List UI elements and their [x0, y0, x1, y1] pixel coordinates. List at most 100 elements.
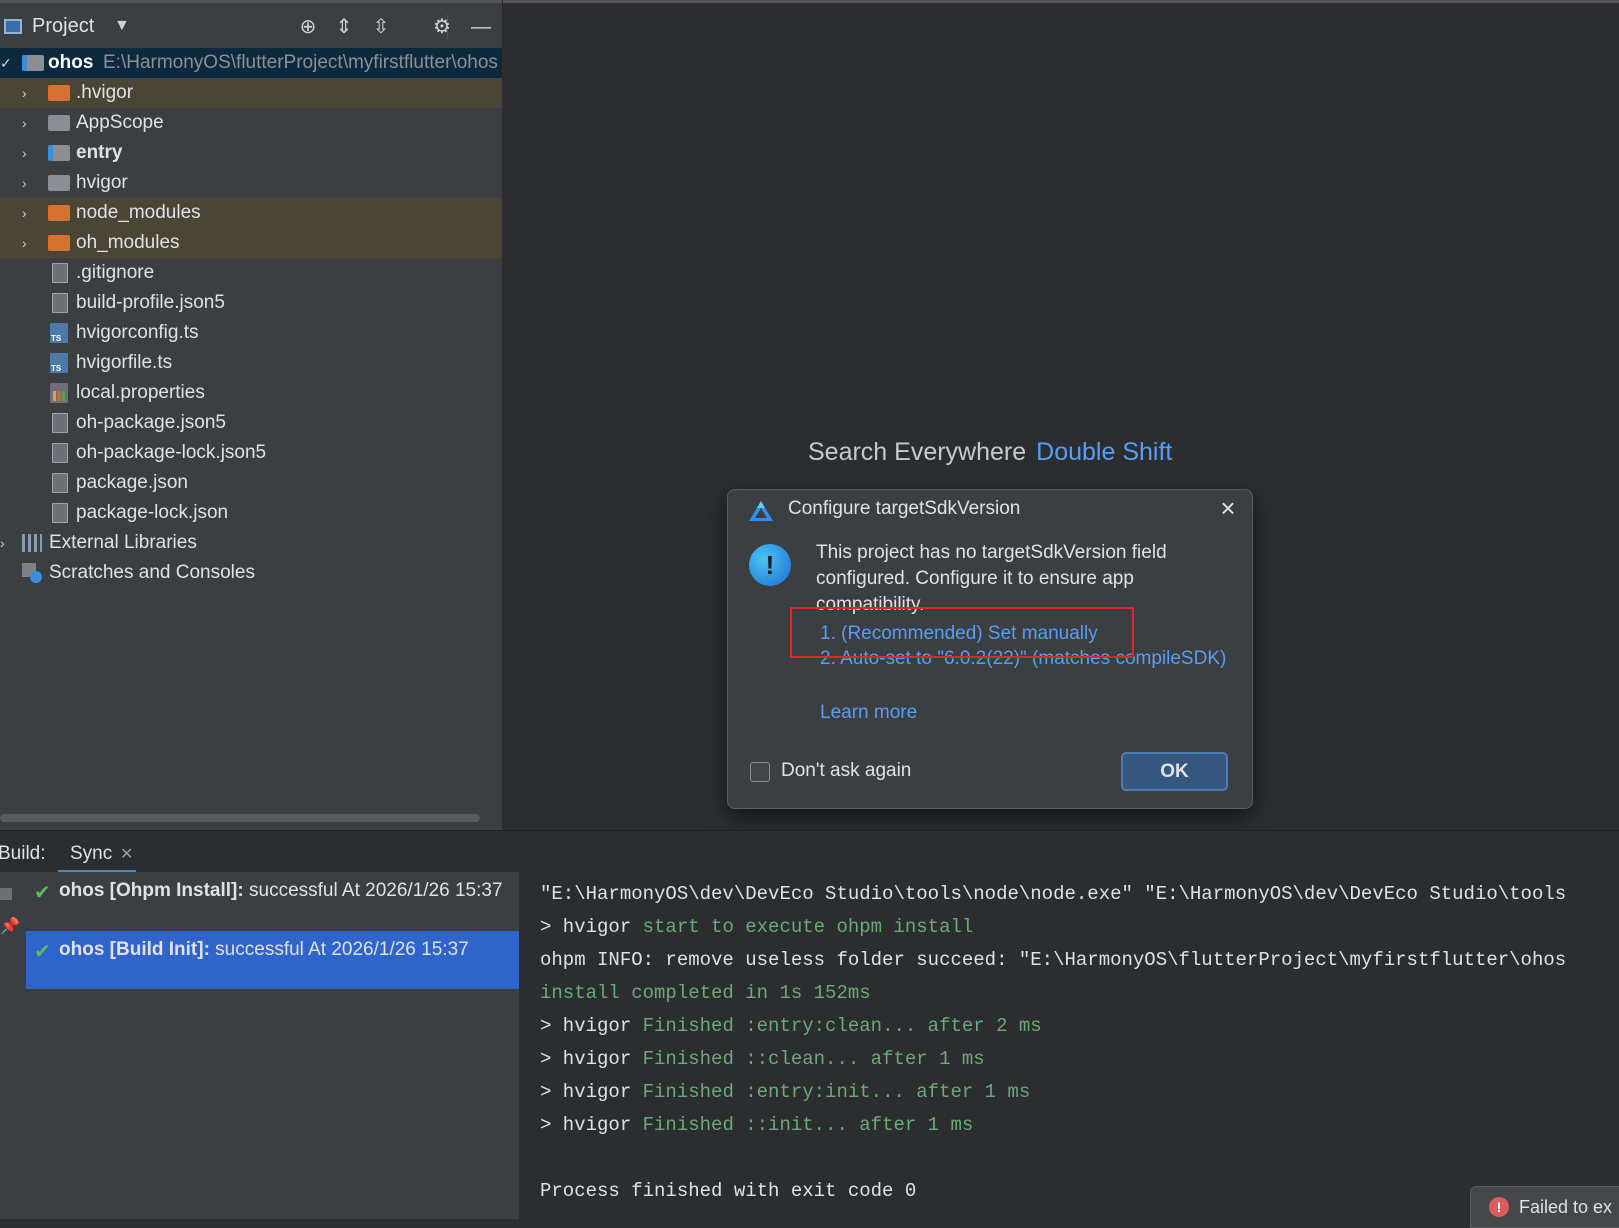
tree-root-ohos[interactable]: ✓ ohos E:\HarmonyOS\flutterProject\myfir… — [0, 48, 502, 78]
search-everywhere-hint: Search Everywhere Double Shift — [808, 438, 1172, 467]
tree-item-package-lock[interactable]: package-lock.json — [0, 498, 502, 528]
error-icon: ! — [1489, 1197, 1509, 1217]
horizontal-scrollbar[interactable] — [0, 814, 480, 822]
clock-icon — [30, 571, 42, 583]
tree-item-hvigor[interactable]: › hvigor — [0, 168, 502, 198]
build-item-ohpm-install[interactable]: ✔ ohos [Ohpm Install]: successful At 202… — [26, 872, 519, 930]
tree-item-label: Scratches and Consoles — [49, 562, 255, 583]
tree-item-local-properties[interactable]: local.properties — [0, 378, 502, 408]
build-item-title: ohos [Build Init]: — [59, 939, 210, 960]
excluded-folder-icon — [48, 85, 70, 101]
ts-file-icon — [50, 353, 68, 374]
chevron-down-icon[interactable]: ✓ — [0, 48, 16, 78]
tree-item-label: package-lock.json — [76, 502, 229, 523]
console-line: > hvigor start to execute ohpm install — [540, 911, 973, 944]
close-icon[interactable]: × — [1214, 494, 1242, 522]
chevron-right-icon[interactable]: › — [22, 108, 38, 138]
tree-item-oh-package[interactable]: oh-package.json5 — [0, 408, 502, 438]
annotation-highlight-box — [790, 607, 1134, 658]
build-label: Build: — [0, 843, 46, 864]
configure-targetsdk-dialog: Configure targetSdkVersion × ! This proj… — [727, 489, 1253, 809]
build-item-title: ohos [Ohpm Install]: — [59, 880, 244, 901]
chevron-right-icon[interactable]: › — [22, 198, 38, 228]
console-line: > hvigor Finished ::init... after 1 ms — [540, 1109, 973, 1142]
tree-item-entry[interactable]: › entry — [0, 138, 502, 168]
dont-ask-again-checkbox[interactable] — [750, 762, 770, 782]
tree-item-oh-modules[interactable]: › oh_modules — [0, 228, 502, 258]
learn-more-link[interactable]: Learn more — [820, 702, 917, 724]
chevron-right-icon[interactable]: › — [22, 228, 38, 258]
tab-sync[interactable]: Sync ✕ — [58, 831, 136, 873]
excluded-folder-icon — [48, 235, 70, 251]
stop-icon[interactable] — [0, 888, 12, 900]
tree-item-label: External Libraries — [49, 532, 197, 553]
tree-item-hvigorconfig[interactable]: hvigorconfig.ts — [0, 318, 502, 348]
json-file-icon — [52, 503, 68, 523]
project-view-icon — [4, 19, 22, 34]
chevron-down-icon[interactable]: ▼ — [114, 17, 130, 35]
tree-item-appscope[interactable]: › AppScope — [0, 108, 502, 138]
console-prefix: > hvigor — [540, 1048, 643, 1070]
folder-icon — [48, 115, 70, 131]
module-folder-icon — [48, 145, 70, 161]
tree-root-path: E:\HarmonyOS\flutterProject\myfirstflutt… — [103, 52, 498, 73]
tree-item-node-modules[interactable]: › node_modules — [0, 198, 502, 228]
tree-item-label: entry — [76, 142, 123, 163]
chevron-right-icon[interactable]: › — [22, 78, 38, 108]
build-item-build-init[interactable]: ✔ ohos [Build Init]: successful At 2026/… — [26, 931, 519, 989]
dialog-title: Configure targetSdkVersion — [788, 498, 1021, 519]
console-message: start to execute ohpm install — [642, 916, 974, 938]
tree-item-label: AppScope — [76, 112, 164, 133]
chevron-right-icon[interactable]: › — [22, 168, 38, 198]
console-line: > hvigor Finished ::clean... after 1 ms — [540, 1043, 985, 1076]
dont-ask-again-label[interactable]: Don't ask again — [781, 760, 911, 782]
close-icon[interactable]: ✕ — [120, 844, 133, 864]
build-item-status: successful At 2026/1/26 15:37 — [209, 939, 469, 960]
console-prefix: > hvigor — [540, 1114, 643, 1136]
pin-icon[interactable]: 📌 — [0, 916, 20, 936]
console-line: Process finished with exit code 0 — [540, 1180, 917, 1202]
tree-item-label: .hvigor — [76, 82, 134, 103]
module-folder-icon — [22, 55, 44, 71]
tree-item-build-profile[interactable]: build-profile.json5 — [0, 288, 502, 318]
chevron-right-icon[interactable]: › — [0, 528, 16, 558]
failed-notification[interactable]: ! Failed to ex — [1470, 1186, 1619, 1228]
tree-item-label: oh-package.json5 — [76, 412, 226, 433]
ok-button[interactable]: OK — [1121, 752, 1228, 791]
tree-item-oh-package-lock[interactable]: oh-package-lock.json5 — [0, 438, 502, 468]
console-line: ohpm INFO: remove useless folder succeed… — [540, 949, 1567, 971]
tree-item-label: build-profile.json5 — [76, 292, 225, 313]
tree-item-hvigorfile[interactable]: hvigorfile.ts — [0, 348, 502, 378]
build-side-toolbar: 📌 — [0, 872, 27, 1219]
console-line: install completed in 1s 152ms — [540, 982, 871, 1004]
console-prefix: > hvigor — [540, 1015, 643, 1037]
expand-all-icon[interactable]: ⇕ — [330, 13, 358, 41]
tree-item-label: hvigorconfig.ts — [76, 322, 199, 343]
tree-item-gitignore[interactable]: .gitignore — [0, 258, 502, 288]
console-line: "E:\HarmonyOS\dev\DevEco Studio\tools\no… — [540, 883, 1567, 905]
json-file-icon — [52, 473, 68, 493]
project-panel: Project ▼ ⊕ ⇕ ⇳ ⚙ — ✓ ohos E:\HarmonyOS\… — [0, 0, 503, 830]
tree-item-scratches[interactable]: Scratches and Consoles — [0, 558, 502, 588]
locate-icon[interactable]: ⊕ — [294, 13, 322, 41]
tab-sync-label: Sync — [70, 843, 113, 864]
project-view-title[interactable]: Project — [32, 15, 94, 38]
build-item-status: successful At 2026/1/26 15:37 — [243, 880, 503, 901]
chevron-right-icon[interactable]: › — [22, 138, 38, 168]
file-icon — [52, 263, 68, 283]
warning-icon: ! — [749, 544, 791, 586]
search-hint-shortcut: Double Shift — [1036, 438, 1173, 466]
json-file-icon — [52, 413, 68, 433]
gear-icon[interactable]: ⚙ — [428, 13, 456, 41]
tree-item-hvigor-hidden[interactable]: › .hvigor — [0, 78, 502, 108]
tree-root-name: ohos — [48, 52, 94, 73]
ts-file-icon — [50, 323, 68, 344]
tree-item-label: oh_modules — [76, 232, 180, 253]
json-file-icon — [52, 443, 68, 463]
console-message: Finished :entry:clean... after 2 ms — [642, 1015, 1042, 1037]
tree-item-label: local.properties — [76, 382, 205, 403]
collapse-all-icon[interactable]: ⇳ — [367, 13, 395, 41]
tree-item-external-libraries[interactable]: › External Libraries — [0, 528, 502, 558]
tree-item-package-json[interactable]: package.json — [0, 468, 502, 498]
minimize-icon[interactable]: — — [467, 13, 495, 41]
